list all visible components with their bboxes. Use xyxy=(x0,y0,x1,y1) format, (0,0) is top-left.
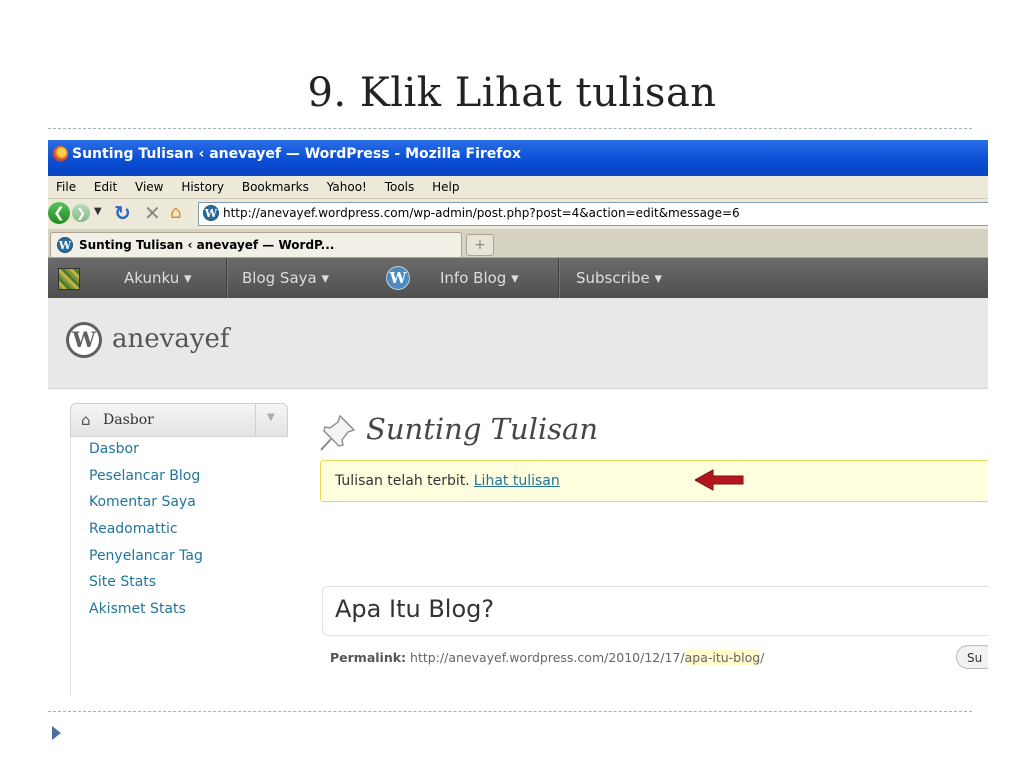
window-title: Sunting Tulisan ‹ anevayef — WordPress -… xyxy=(72,146,522,162)
sidebar-item-komentar-saya[interactable]: Komentar Saya xyxy=(89,494,196,510)
bottom-divider xyxy=(48,711,972,712)
menu-edit[interactable]: Edit xyxy=(94,176,117,198)
slide-title: 9. Klik Lihat tulisan xyxy=(307,70,717,116)
firefox-icon xyxy=(52,146,68,162)
site-name[interactable]: anevayef xyxy=(112,324,230,354)
edit-permalink-button[interactable]: Su xyxy=(956,645,988,669)
navigation-toolbar: ❮ ❯ ▼ ↻ ✕ ⌂ W http://anevayef.wordpress.… xyxy=(48,199,988,229)
tab-sunting-tulisan[interactable]: W Sunting Tulisan ‹ anevayef — WordP... xyxy=(50,232,462,257)
back-icon[interactable]: ❮ xyxy=(48,202,70,224)
menu-view[interactable]: View xyxy=(135,176,163,198)
sidebar-item-site-stats[interactable]: Site Stats xyxy=(89,574,156,590)
url-bar[interactable]: W http://anevayef.wordpress.com/wp-admin… xyxy=(198,202,988,226)
permalink-tail: / xyxy=(760,650,765,665)
sidebar-item-dasbor[interactable]: Dasbor xyxy=(89,441,139,457)
page-title: Sunting Tulisan xyxy=(366,412,599,446)
avatar[interactable] xyxy=(58,268,80,290)
new-tab-button[interactable]: + xyxy=(466,234,494,256)
sidebar-item-penyelancar-tag[interactable]: Penyelancar Tag xyxy=(89,548,203,564)
permalink-slug[interactable]: apa-itu-blog xyxy=(684,650,761,665)
top-divider xyxy=(48,128,972,129)
site-header: W anevayef xyxy=(48,298,988,389)
menu-file[interactable]: File xyxy=(56,176,76,198)
menu-bookmarks[interactable]: Bookmarks xyxy=(242,176,309,198)
menu-history[interactable]: History xyxy=(181,176,224,198)
tab-bar: W Sunting Tulisan ‹ anevayef — WordP... … xyxy=(48,229,988,258)
notice-message: Tulisan telah terbit. Lihat tulisan xyxy=(335,473,560,489)
menu-yahoo[interactable]: Yahoo! xyxy=(327,176,367,198)
history-dropdown-icon[interactable]: ▼ xyxy=(94,206,102,217)
adminbar-info-blog[interactable]: Info Blog ▾ xyxy=(440,269,519,287)
home-icon: ⌂ xyxy=(81,411,91,429)
adminbar-subscribe[interactable]: Subscribe ▾ xyxy=(576,269,662,287)
menu-help[interactable]: Help xyxy=(432,176,459,198)
bullet-arrow-icon xyxy=(52,726,61,740)
notice-text: Tulisan telah terbit. xyxy=(335,473,470,489)
reload-icon[interactable]: ↻ xyxy=(114,201,131,225)
collapse-toggle-icon[interactable]: ▼ xyxy=(267,412,275,423)
adminbar-separator xyxy=(558,258,560,298)
permalink-row: Permalink: http://anevayef.wordpress.com… xyxy=(330,650,764,665)
sidebar-item-peselancar-blog[interactable]: Peselancar Blog xyxy=(89,468,200,484)
sidebar-menu-label: Dasbor xyxy=(103,412,154,428)
red-arrow-pointer xyxy=(695,469,744,491)
sidebar-item-readomattic[interactable]: Readomattic xyxy=(89,521,178,537)
home-icon[interactable]: ⌂ xyxy=(170,202,181,223)
post-title-input[interactable]: Apa Itu Blog? xyxy=(322,586,988,636)
browser-screenshot: Sunting Tulisan ‹ anevayef — WordPress -… xyxy=(48,140,988,696)
forward-icon[interactable]: ❯ xyxy=(72,204,90,222)
adminbar-akunku[interactable]: Akunku ▾ xyxy=(124,269,192,287)
stop-icon[interactable]: ✕ xyxy=(144,201,161,225)
permalink-label: Permalink: xyxy=(330,650,407,665)
menu-tools[interactable]: Tools xyxy=(385,176,415,198)
menu-divider xyxy=(255,404,256,437)
wordpress-favicon-icon: W xyxy=(203,205,219,221)
url-text[interactable]: http://anevayef.wordpress.com/wp-admin/p… xyxy=(223,206,740,220)
wp-admin-bar: Akunku ▾ Blog Saya ▾ W Info Blog ▾ Subsc… xyxy=(48,258,988,298)
wordpress-logo-icon: W xyxy=(66,322,102,358)
adminbar-separator xyxy=(226,258,228,298)
window-titlebar: Sunting Tulisan ‹ anevayef — WordPress -… xyxy=(48,140,988,176)
menu-bar: File Edit View History Bookmarks Yahoo! … xyxy=(48,176,988,199)
wordpress-logo-icon[interactable]: W xyxy=(386,266,410,290)
adminbar-blog-saya[interactable]: Blog Saya ▾ xyxy=(242,269,329,287)
sidebar-item-akismet-stats[interactable]: Akismet Stats xyxy=(89,601,186,617)
tab-label: Sunting Tulisan ‹ anevayef — WordP... xyxy=(79,238,335,252)
sidebar-submenu: Dasbor Peselancar Blog Komentar Saya Rea… xyxy=(70,437,289,696)
publish-notice: Tulisan telah terbit. Lihat tulisan xyxy=(320,460,988,502)
view-post-link[interactable]: Lihat tulisan xyxy=(474,473,560,489)
post-title-value[interactable]: Apa Itu Blog? xyxy=(335,595,494,623)
sidebar-menu-dasbor[interactable]: ⌂ Dasbor ▼ xyxy=(70,403,288,437)
pushpin-icon xyxy=(320,414,356,451)
wordpress-tab-icon: W xyxy=(57,237,73,253)
permalink-base: http://anevayef.wordpress.com/2010/12/17… xyxy=(410,650,685,665)
